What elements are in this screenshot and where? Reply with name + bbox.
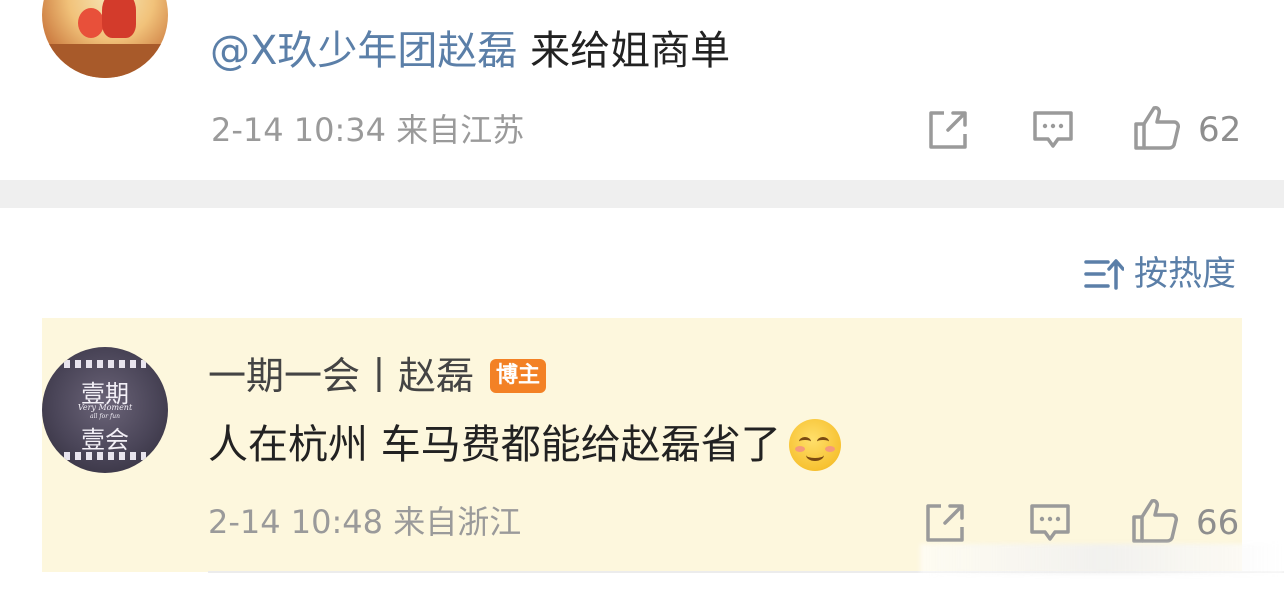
avatar-figure-head [78,8,104,38]
like-icon[interactable] [1130,497,1180,545]
comment-icon[interactable] [1028,501,1072,545]
sort-by-hot-button[interactable]: 按热度 [1084,253,1236,295]
avatar-text-tiny: all for fun [90,413,120,420]
comment-body: 来给姐商单 [530,28,731,74]
avatar-text-bottom: 壹会 [81,426,129,454]
avatar-text-small: Very Moment [77,403,133,412]
username[interactable]: 一期一会丨赵磊 [208,352,474,400]
blurred-overlay [920,544,1284,574]
avatar[interactable] [42,0,168,78]
film-strip-top [64,360,146,368]
comment-text: 人在杭州 车马费都能给赵磊省了 [208,418,841,472]
avatar-figure [102,0,136,38]
smile-emoji [788,419,841,471]
like-count: 62 [1198,110,1242,150]
comment-body: 人在杭州 车马费都能给赵磊省了 [208,422,781,468]
avatar[interactable]: 壹期 Very Moment all for fun 壹会 [42,347,168,473]
user-mention-link[interactable]: @X玖少年团赵磊 [210,28,517,74]
comment-text: @X玖少年团赵磊 来给姐商单 [210,24,730,78]
like-count: 66 [1196,503,1240,543]
avatar-ground [42,44,168,78]
comment-meta: 2-14 10:48 来自浙江 [208,503,522,541]
comment-header: 一期一会丨赵磊 博主 [208,352,547,400]
comment-meta: 2-14 10:34 来自江苏 [211,111,525,149]
section-divider [0,180,1284,208]
film-strip-bottom [64,452,146,460]
comment-icon[interactable] [1031,108,1075,152]
sort-icon [1084,259,1124,290]
sort-label: 按热度 [1134,254,1236,294]
like-icon[interactable] [1132,104,1182,152]
repost-icon[interactable] [926,108,970,152]
author-badge: 博主 [490,359,547,393]
repost-icon[interactable] [923,501,967,545]
